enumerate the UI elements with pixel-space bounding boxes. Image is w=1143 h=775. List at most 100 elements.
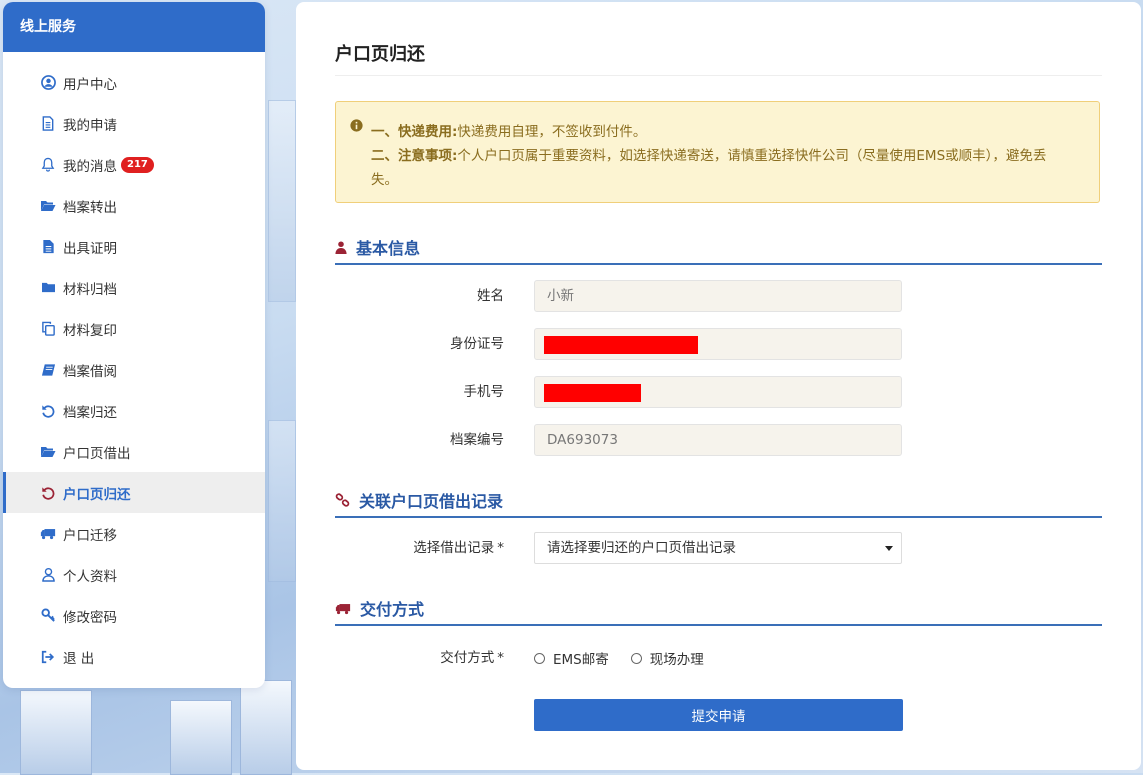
file-icon bbox=[40, 239, 56, 255]
section-basic-info: 基本信息 bbox=[335, 231, 1102, 265]
notice-line-2: 二、注意事项:个人户口页属于重要资料，如选择快递寄送，请慎重选择快件公司（尽量使… bbox=[371, 144, 1046, 164]
sidebar-item-label: 我的消息 bbox=[63, 158, 117, 175]
sidebar-item-label: 修改密码 bbox=[63, 609, 117, 626]
delivery-method-row: 交付方式 * EMS邮寄 现场办理 bbox=[335, 642, 1102, 674]
user-icon bbox=[40, 567, 56, 583]
book-icon bbox=[40, 362, 56, 378]
sidebar-item-label: 材料复印 bbox=[63, 322, 117, 339]
message-count-badge: 217 bbox=[121, 156, 154, 173]
undo-icon bbox=[40, 485, 56, 501]
sidebar-item-hukou-migration[interactable]: 户口迁移 bbox=[3, 513, 265, 554]
sidebar-item-label: 户口页借出 bbox=[63, 445, 131, 462]
delivery-method-radio-group: EMS邮寄 现场办理 bbox=[534, 642, 726, 674]
section-linked-record: 关联户口页借出记录 bbox=[335, 484, 1102, 518]
section-delivery-title: 交付方式 bbox=[360, 600, 425, 619]
truck-icon bbox=[40, 526, 56, 542]
name-label: 姓名 bbox=[477, 288, 504, 304]
delivery-method-label: 交付方式 * bbox=[440, 642, 504, 674]
sidebar-item-label: 档案转出 bbox=[63, 199, 117, 216]
section-linked-record-title: 关联户口页借出记录 bbox=[359, 492, 504, 511]
archive-number-field: DA693073 bbox=[534, 424, 902, 456]
section-basic-info-title: 基本信息 bbox=[356, 239, 421, 258]
page-title: 户口页归还 bbox=[335, 44, 425, 65]
sidebar-item-label: 退 出 bbox=[63, 650, 95, 667]
notice-line-2-text: 个人户口页属于重要资料，如选择快递寄送，请慎重选择快件公司（尽量使用EMS或顺丰… bbox=[457, 148, 1047, 164]
radio-circle[interactable] bbox=[630, 652, 642, 664]
main-panel: 户口页归还 一、快递费用:快递费用自理，不签收到付件。 二、注意事项:个人户口页… bbox=[296, 2, 1141, 770]
notice-line-1-text: 快递费用自理，不签收到付件。 bbox=[457, 124, 647, 140]
folder-open-icon bbox=[40, 444, 56, 460]
notice-line-2-prefix: 二、 bbox=[371, 148, 398, 164]
borrow-record-select-value: 请选择要归还的户口页借出记录 bbox=[547, 540, 736, 556]
id-number-row: 身份证号 bbox=[335, 328, 1102, 360]
truck-icon bbox=[335, 602, 351, 615]
sidebar-item-my-applications[interactable]: 我的申请 bbox=[3, 103, 265, 144]
undo-icon bbox=[40, 403, 56, 419]
notice-line-3: 失。 bbox=[371, 168, 398, 188]
sidebar-item-label: 用户中心 bbox=[63, 76, 117, 93]
phone-row: 手机号 bbox=[335, 376, 1102, 408]
redaction-block bbox=[544, 336, 698, 354]
folder-open-icon bbox=[40, 198, 56, 214]
sidebar-item-archive-transfer[interactable]: 档案转出 bbox=[3, 185, 265, 226]
radio-onsite-label: 现场办理 bbox=[649, 652, 704, 668]
archive-number-row: 档案编号 DA693073 bbox=[335, 424, 1102, 456]
folder-icon bbox=[40, 280, 56, 296]
radio-circle[interactable] bbox=[534, 652, 545, 664]
sidebar-item-material-archive[interactable]: 材料归档 bbox=[3, 267, 265, 308]
link-icon bbox=[335, 493, 350, 507]
caret-down-icon bbox=[885, 546, 893, 551]
id-number-field bbox=[534, 328, 902, 360]
sidebar-item-material-copy[interactable]: 材料复印 bbox=[3, 308, 265, 349]
user-icon bbox=[335, 240, 347, 254]
notice-line-3-text: 失。 bbox=[371, 172, 398, 188]
sidebar-item-hukou-return[interactable]: 户口页归还 bbox=[3, 472, 265, 513]
sidebar-item-logout[interactable]: 退 出 bbox=[3, 636, 265, 677]
sidebar-item-label: 档案归还 bbox=[63, 404, 117, 421]
borrow-record-label-text: 选择借出记录 bbox=[413, 540, 495, 556]
borrow-record-row: 选择借出记录 * 请选择要归还的户口页借出记录 bbox=[335, 532, 1102, 564]
sidebar-item-label: 户口迁移 bbox=[63, 527, 117, 544]
info-icon bbox=[350, 119, 363, 136]
id-number-label: 身份证号 bbox=[450, 336, 504, 352]
sidebar-item-hukou-borrow[interactable]: 户口页借出 bbox=[3, 431, 265, 472]
sidebar-item-archive-borrow[interactable]: 档案借阅 bbox=[3, 349, 265, 390]
sidebar-item-label: 档案借阅 bbox=[63, 363, 117, 380]
sidebar-item-my-messages[interactable]: 我的消息 217 bbox=[3, 144, 265, 185]
phone-label: 手机号 bbox=[463, 384, 505, 400]
borrow-record-label: 选择借出记录 * bbox=[413, 532, 504, 564]
notice-line-1: 一、快递费用:快递费用自理，不签收到付件。 bbox=[371, 120, 646, 140]
key-icon bbox=[40, 608, 56, 624]
archive-number-label: 档案编号 bbox=[450, 432, 504, 448]
submit-button[interactable]: 提交申请 bbox=[534, 699, 903, 731]
sidebar-item-issue-certificate[interactable]: 出具证明 bbox=[3, 226, 265, 267]
redaction-block bbox=[544, 384, 641, 402]
borrow-record-select[interactable]: 请选择要归还的户口页借出记录 bbox=[534, 532, 902, 564]
copy-icon bbox=[40, 321, 56, 337]
name-field: 小新 bbox=[534, 280, 902, 312]
sidebar-item-user-center[interactable]: 用户中心 bbox=[3, 62, 265, 103]
required-mark: * bbox=[497, 650, 504, 666]
notice-line-2-title: 注意事项: bbox=[398, 148, 458, 164]
user-circle-icon bbox=[40, 75, 56, 91]
sidebar-item-label: 我的申请 bbox=[63, 117, 117, 134]
sidebar-item-label: 个人资料 bbox=[63, 568, 117, 585]
name-row: 姓名 小新 bbox=[335, 280, 1102, 312]
notice-box: 一、快递费用:快递费用自理，不签收到付件。 二、注意事项:个人户口页属于重要资料… bbox=[335, 101, 1100, 203]
radio-ems[interactable]: EMS邮寄 bbox=[534, 648, 609, 668]
notice-line-1-prefix: 一、 bbox=[371, 124, 398, 140]
delivery-method-label-text: 交付方式 bbox=[440, 650, 495, 666]
sidebar-title: 线上服务 bbox=[3, 2, 265, 52]
notice-line-1-title: 快递费用: bbox=[398, 124, 458, 140]
sidebar-item-label: 出具证明 bbox=[63, 240, 117, 257]
logout-icon bbox=[40, 649, 56, 665]
phone-field bbox=[534, 376, 902, 408]
sidebar-item-change-password[interactable]: 修改密码 bbox=[3, 595, 265, 636]
sidebar-item-label: 户口页归还 bbox=[63, 486, 131, 503]
bell-icon bbox=[40, 157, 56, 173]
radio-onsite[interactable]: 现场办理 bbox=[630, 648, 704, 668]
sidebar-item-archive-return[interactable]: 档案归还 bbox=[3, 390, 265, 431]
radio-ems-label: EMS邮寄 bbox=[553, 652, 609, 668]
sidebar-item-profile[interactable]: 个人资料 bbox=[3, 554, 265, 595]
section-delivery: 交付方式 bbox=[335, 592, 1102, 626]
